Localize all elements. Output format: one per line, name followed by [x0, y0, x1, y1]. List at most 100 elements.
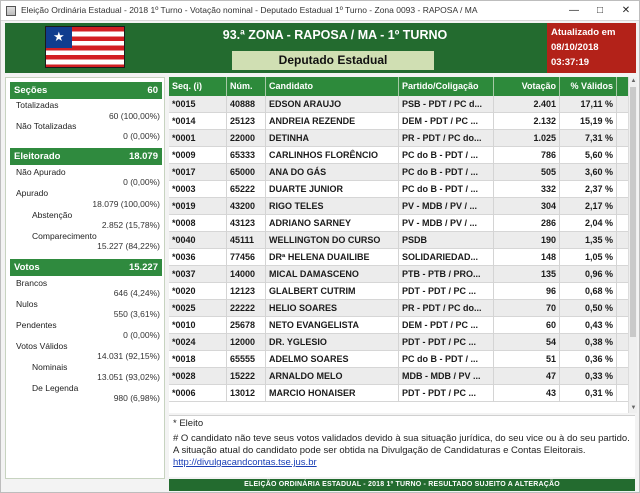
- scroll-up-icon[interactable]: ▲: [629, 77, 638, 86]
- cell-vot: 43: [494, 385, 560, 402]
- cell-vot: 286: [494, 215, 560, 232]
- secoes-header: Seções 60: [10, 82, 162, 99]
- cell-pct: 5,60 %: [560, 147, 617, 164]
- table-row[interactable]: *0010 25678 NETO EVANGELISTA DEM - PDT / PC…: [169, 317, 628, 334]
- cell-cand: DETINHA: [266, 130, 399, 147]
- cell-vot: 60: [494, 317, 560, 334]
- col-part-header[interactable]: Partido/Coligação: [399, 77, 494, 96]
- scroll-thumb[interactable]: [630, 87, 636, 337]
- close-icon[interactable]: ✕: [613, 1, 639, 20]
- cell-cand: ADELMO SOARES: [266, 351, 399, 368]
- table-row[interactable]: *0014 25123 ANDREIA REZENDE DEM - PDT / PC …: [169, 113, 628, 130]
- nulos-label: Nulos: [16, 299, 38, 309]
- cell-part: PV - MDB / PV / ...: [399, 215, 494, 232]
- table-row[interactable]: *0036 77456 DRª HELENA DUAILIBE SOLIDARIEDA…: [169, 249, 628, 266]
- page-title: 93.ª ZONA - RAPOSA / MA - 1º TURNO: [222, 28, 448, 42]
- cell-part: PDT - PDT / PC ...: [399, 283, 494, 300]
- col-vot-header[interactable]: Votação: [494, 77, 560, 96]
- candidaturas-link[interactable]: http://divulgacandcontas.tse.jus.br: [173, 457, 317, 468]
- cell-pct: 0,36 %: [560, 351, 617, 368]
- abstencao-label: Abstenção: [32, 210, 73, 220]
- cell-cand: MARCIO HONAISER: [266, 385, 399, 402]
- scroll-down-icon[interactable]: ▼: [629, 404, 638, 413]
- cell-vot: 135: [494, 266, 560, 283]
- cell-cand: ADRIANO SARNEY: [266, 215, 399, 232]
- cell-pct: 3,60 %: [560, 164, 617, 181]
- maximize-icon[interactable]: □: [587, 1, 613, 20]
- cell-vot: 51: [494, 351, 560, 368]
- cell-part: PC do B - PDT / ...: [399, 181, 494, 198]
- pendentes-label: Pendentes: [16, 320, 57, 330]
- updated-date: 08/10/2018: [551, 42, 599, 53]
- table-row[interactable]: *0006 13012 MARCIO HONAISER PDT - PDT / PC …: [169, 385, 628, 402]
- col-num-header[interactable]: Núm.: [227, 77, 266, 96]
- table-row[interactable]: *0028 15222 ARNALDO MELO MDB - MDB / PV ...…: [169, 368, 628, 385]
- title-bar[interactable]: Eleição Ordinária Estadual - 2018 1º Tur…: [1, 1, 639, 21]
- cell-vot: 148: [494, 249, 560, 266]
- app-window: Eleição Ordinária Estadual - 2018 1º Tur…: [0, 0, 640, 493]
- updated-label: Atualizado em: [551, 27, 616, 38]
- brancos-value: 646 (4,24%): [113, 288, 160, 298]
- cell-num: 14000: [227, 266, 266, 283]
- cell-cand: HELIO SOARES: [266, 300, 399, 317]
- cell-vot: 190: [494, 232, 560, 249]
- cell-num: 77456: [227, 249, 266, 266]
- cell-num: 12123: [227, 283, 266, 300]
- cell-num: 65333: [227, 147, 266, 164]
- minimize-icon[interactable]: —: [561, 1, 587, 20]
- cell-part: PV - MDB / PV / ...: [399, 198, 494, 215]
- apurado-label: Apurado: [16, 188, 49, 198]
- col-cand-header[interactable]: Candidato: [266, 77, 399, 96]
- window-title: Eleição Ordinária Estadual - 2018 1º Tur…: [21, 5, 478, 15]
- table-row[interactable]: *0037 14000 MICAL DAMASCENO PTB - PTB / PRO…: [169, 266, 628, 283]
- cell-pct: 0,43 %: [560, 317, 617, 334]
- legenda-value: 980 (6,98%): [113, 393, 160, 403]
- cell-part: PR - PDT / PC do...: [399, 130, 494, 147]
- juridical-note: # O candidato não teve seus votos valida…: [173, 433, 630, 468]
- cell-num: 22000: [227, 130, 266, 147]
- cell-part: PDT - PDT / PC ...: [399, 385, 494, 402]
- cell-part: PTB - PTB / PRO...: [399, 266, 494, 283]
- table-row[interactable]: *0003 65222 DUARTE JUNIOR PC do B - PDT / .…: [169, 181, 628, 198]
- cell-vot: 332: [494, 181, 560, 198]
- eleito-note: * Eleito: [173, 418, 204, 429]
- cell-vot: 2.401: [494, 96, 560, 113]
- cell-pct: 0,96 %: [560, 266, 617, 283]
- cell-cand: WELLINGTON DO CURSO: [266, 232, 399, 249]
- cell-part: PR - PDT / PC do...: [399, 300, 494, 317]
- notes-panel: * Eleito # O candidato não teve seus vot…: [169, 415, 635, 477]
- cell-num: 43200: [227, 198, 266, 215]
- apurado-value: 18.079 (100,00%): [92, 199, 160, 209]
- table-row[interactable]: *0001 22000 DETINHA PR - PDT / PC do... 1.02…: [169, 130, 628, 147]
- cell-part: PC do B - PDT / ...: [399, 147, 494, 164]
- col-pct-header[interactable]: % Válidos: [560, 77, 617, 96]
- table-scrollbar[interactable]: ▲ ▼: [628, 77, 637, 413]
- cell-part: MDB - MDB / PV ...: [399, 368, 494, 385]
- cell-part: PC do B - PDT / ...: [399, 351, 494, 368]
- table-row[interactable]: *0015 40888 EDSON ARAUJO PSB - PDT / PC d..…: [169, 96, 628, 113]
- nominais-label: Nominais: [32, 362, 68, 372]
- cell-num: 65000: [227, 164, 266, 181]
- votos-header: Votos 15.227: [10, 259, 162, 276]
- table-row[interactable]: *0017 65000 ANA DO GÁS PC do B - PDT / ... 5…: [169, 164, 628, 181]
- table-row[interactable]: *0019 43200 RIGO TELES PV - MDB / PV / ... 3…: [169, 198, 628, 215]
- table-row[interactable]: *0025 22222 HELIO SOARES PR - PDT / PC do..…: [169, 300, 628, 317]
- legenda-label: De Legenda: [32, 383, 79, 393]
- cell-pct: 7,31 %: [560, 130, 617, 147]
- cell-seq: *0006: [169, 385, 227, 402]
- cell-seq: *0024: [169, 334, 227, 351]
- cell-seq: *0018: [169, 351, 227, 368]
- table-row[interactable]: *0040 45111 WELLINGTON DO CURSO PSDB 190 1,35…: [169, 232, 628, 249]
- cell-cand: DUARTE JUNIOR: [266, 181, 399, 198]
- table-row[interactable]: *0024 12000 DR. YGLESIO PDT - PDT / PC ... 5…: [169, 334, 628, 351]
- col-seq-header[interactable]: Seq. (i): [169, 77, 227, 96]
- table-row[interactable]: *0009 65333 CARLINHOS FLORÊNCIO PC do B - P…: [169, 147, 628, 164]
- table-row[interactable]: *0018 65555 ADELMO SOARES PC do B - PDT / .…: [169, 351, 628, 368]
- cell-num: 45111: [227, 232, 266, 249]
- table-row[interactable]: *0020 12123 GLALBERT CUTRIM PDT - PDT / PC …: [169, 283, 628, 300]
- app-icon: [6, 6, 16, 16]
- table-row[interactable]: *0008 43123 ADRIANO SARNEY PV - MDB / PV / …: [169, 215, 628, 232]
- cell-pct: 2,04 %: [560, 215, 617, 232]
- cell-pct: 17,11 %: [560, 96, 617, 113]
- cell-seq: *0014: [169, 113, 227, 130]
